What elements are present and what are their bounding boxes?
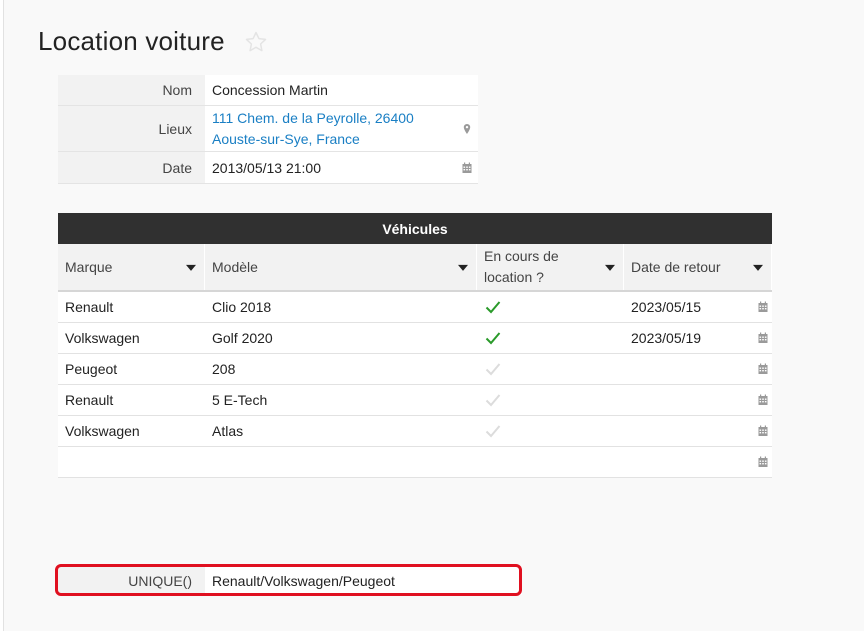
address-line-2[interactable]: Aouste-sur-Sye, France <box>212 129 414 150</box>
address-line-1[interactable]: 111 Chem. de la Peyrolle, 26400 <box>212 108 414 129</box>
cell-marque[interactable]: Peugeot <box>58 354 205 384</box>
field-label-lieux: Lieux <box>58 106 205 151</box>
check-icon-faded[interactable] <box>485 424 501 438</box>
cell-marque[interactable]: Renault <box>58 292 205 322</box>
table-row[interactable]: Renault Clio 2018 2023/05/15 <box>58 292 772 323</box>
calendar-icon[interactable] <box>758 363 768 375</box>
cell-modele[interactable]: Atlas <box>205 416 477 446</box>
column-header-label: Modèle <box>212 258 258 275</box>
table-header-row: Marque Modèle En cours de location ? Dat… <box>58 244 772 292</box>
field-label-date: Date <box>58 152 205 183</box>
page-title: Location voiture <box>38 26 225 56</box>
record-panel: Location voiture Nom Concession Martin L… <box>3 0 864 631</box>
cell-date-retour[interactable]: 2023/05/19 <box>624 323 772 353</box>
column-header-modele[interactable]: Modèle <box>205 244 477 290</box>
caret-down-icon[interactable] <box>753 264 763 271</box>
calendar-icon[interactable] <box>758 394 768 406</box>
date-retour-value[interactable]: 2023/05/19 <box>631 330 701 346</box>
record-form: Nom Concession Martin Lieux 111 Chem. de… <box>58 75 478 184</box>
cell-marque[interactable]: Volkswagen <box>58 416 205 446</box>
field-label-unique: UNIQUE() <box>58 567 205 595</box>
cell-en-cours[interactable] <box>477 416 624 446</box>
field-value-date[interactable]: 2013/05/13 21:00 <box>205 152 478 183</box>
cell-en-cours[interactable] <box>477 447 624 477</box>
column-header-date-retour[interactable]: Date de retour <box>624 244 772 290</box>
check-icon[interactable] <box>485 300 501 314</box>
cell-marque[interactable]: Volkswagen <box>58 323 205 353</box>
calendar-icon[interactable] <box>758 301 768 313</box>
column-header-en-cours[interactable]: En cours de location ? <box>477 244 624 290</box>
cell-en-cours[interactable] <box>477 323 624 353</box>
calendar-icon[interactable] <box>758 332 768 344</box>
star-outline-icon[interactable] <box>244 30 268 54</box>
caret-down-icon[interactable] <box>186 264 196 271</box>
cell-en-cours[interactable] <box>477 292 624 322</box>
cell-modele[interactable]: 208 <box>205 354 477 384</box>
cell-marque[interactable]: Renault <box>58 385 205 415</box>
map-pin-icon[interactable] <box>462 123 472 134</box>
column-header-label: location ? <box>484 269 544 285</box>
field-unique: UNIQUE() Renault/Volkswagen/Peugeot <box>58 567 522 595</box>
calendar-icon[interactable] <box>758 456 768 468</box>
cell-modele[interactable]: 5 E-Tech <box>205 385 477 415</box>
column-header-label: Date de retour <box>631 258 721 275</box>
column-header-marque[interactable]: Marque <box>58 244 205 290</box>
field-label-nom: Nom <box>58 75 205 105</box>
cell-date-retour[interactable] <box>624 385 772 415</box>
field-value-unique[interactable]: Renault/Volkswagen/Peugeot <box>205 567 522 595</box>
cell-modele[interactable] <box>205 447 477 477</box>
field-value-lieux[interactable]: 111 Chem. de la Peyrolle, 26400 Aouste-s… <box>205 106 478 151</box>
cell-date-retour[interactable] <box>624 447 772 477</box>
vehicles-table: Véhicules Marque Modèle En cours de loca… <box>58 213 772 478</box>
date-value[interactable]: 2013/05/13 21:00 <box>212 160 321 176</box>
field-date: Date 2013/05/13 21:00 <box>58 152 478 184</box>
field-nom: Nom Concession Martin <box>58 75 478 106</box>
date-retour-value[interactable]: 2023/05/15 <box>631 299 701 315</box>
table-row[interactable]: Peugeot 208 <box>58 354 772 385</box>
cell-modele[interactable]: Clio 2018 <box>205 292 477 322</box>
table-row[interactable]: Volkswagen Golf 2020 2023/05/19 <box>58 323 772 354</box>
table-row[interactable]: Volkswagen Atlas <box>58 416 772 447</box>
check-icon-faded[interactable] <box>485 362 501 376</box>
table-title: Véhicules <box>58 213 772 244</box>
cell-modele[interactable]: Golf 2020 <box>205 323 477 353</box>
calendar-icon[interactable] <box>758 425 768 437</box>
cell-date-retour[interactable] <box>624 354 772 384</box>
check-icon-faded[interactable] <box>485 393 501 407</box>
cell-date-retour[interactable]: 2023/05/15 <box>624 292 772 322</box>
table-row[interactable]: Renault 5 E-Tech <box>58 385 772 416</box>
field-lieux: Lieux 111 Chem. de la Peyrolle, 26400 Ao… <box>58 106 478 152</box>
cell-date-retour[interactable] <box>624 416 772 446</box>
calendar-icon[interactable] <box>462 162 472 173</box>
table-row-new[interactable] <box>58 447 772 478</box>
cell-en-cours[interactable] <box>477 385 624 415</box>
column-header-label: Marque <box>65 258 113 275</box>
cell-marque[interactable] <box>58 447 205 477</box>
table-body: Renault Clio 2018 2023/05/15 Volkswagen Golf… <box>58 292 772 478</box>
caret-down-icon[interactable] <box>458 264 468 271</box>
field-value-nom[interactable]: Concession Martin <box>205 75 478 105</box>
caret-down-icon[interactable] <box>605 264 615 271</box>
column-header-label: En cours de <box>484 248 559 264</box>
cell-en-cours[interactable] <box>477 354 624 384</box>
check-icon[interactable] <box>485 331 501 345</box>
